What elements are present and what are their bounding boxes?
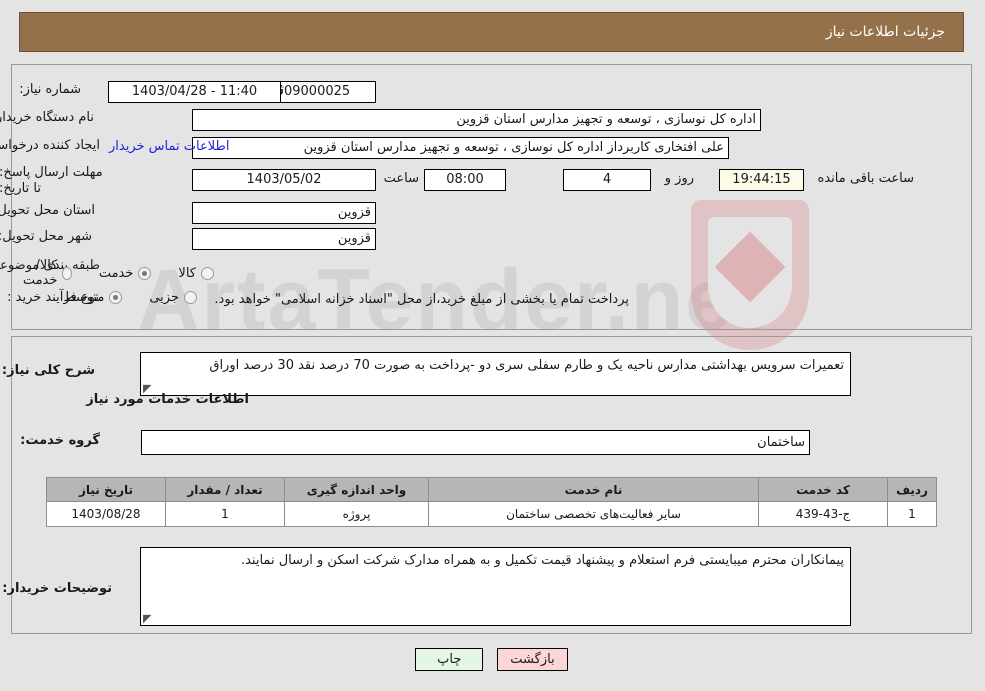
process-radio-jozei-label: جزیی — [150, 290, 180, 305]
page-header: جزئیات اطلاعات نیاز — [20, 12, 965, 52]
process-radio-jozei[interactable]: جزیی — [150, 290, 198, 305]
category-radio-khedmat-label: خدمت — [99, 265, 135, 281]
th-qty: تعداد / مقدار — [166, 477, 286, 502]
buyer-org-value: اداره کل نوسازی ، توسعه و تجهیز مدارس اس… — [193, 109, 762, 131]
creator-label: ایجاد کننده درخواست: — [0, 138, 101, 153]
creator-value: علی افتخاری کاربرداز اداره کل نوسازی ، ت… — [193, 137, 730, 159]
button-bar: بازگشت چاپ — [0, 648, 985, 671]
category-radio-kala-khedmat[interactable]: کالا/خدمت — [20, 258, 73, 288]
deadline-label-row: مهلت ارسال پاسخ: تا تاریخ: — [0, 165, 105, 198]
countdown-value: 19:44:15 — [720, 169, 805, 191]
remaining-word-label: ساعت باقی مانده — [818, 171, 915, 186]
hour-value: 08:00 — [425, 169, 507, 191]
radio-icon[interactable] — [63, 266, 73, 280]
need-number-label-row: شماره نیاز: — [20, 82, 82, 98]
city-label: شهر محل تحویل: — [0, 229, 93, 244]
cell-unit: پروژه — [285, 501, 430, 527]
process-radio-group: جزیی متوسط — [42, 290, 198, 305]
category-radio-khedmat[interactable]: خدمت — [100, 266, 153, 281]
buyer-org-label: نام دستگاه خریدار: — [0, 110, 95, 125]
province-value: قزوین — [193, 202, 377, 224]
category-radio-kala-khedmat-label: کالا/خدمت — [23, 258, 59, 288]
province-label: استان محل تحویل: — [0, 203, 96, 218]
service-group-value: ساختمان — [142, 430, 811, 455]
cell-name: سایر فعالیت‌های تخصصی ساختمان — [429, 501, 760, 527]
radio-icon[interactable] — [185, 291, 198, 304]
process-note: پرداخت تمام یا بخشی از مبلغ خرید،از محل … — [215, 292, 630, 307]
buyer-notes-value: پیمانکاران محترم میبایستی فرم استعلام و … — [241, 553, 845, 568]
buyer-contact-link-text[interactable]: اطلاعات تماس خریدار — [110, 139, 230, 154]
need-number-label: شماره نیاز: — [20, 82, 82, 97]
city-label-row: شهر محل تحویل: — [0, 229, 93, 245]
days-word-label: روز و — [665, 171, 695, 186]
creator-label-row: ایجاد کننده درخواست: — [0, 138, 101, 154]
th-unit: واحد اندازه گیری — [285, 477, 430, 502]
city-value: قزوین — [193, 228, 377, 250]
th-date: تاریخ نیاز — [47, 477, 167, 502]
cell-row: 1 — [888, 501, 938, 527]
category-radio-group: کالا خدمت کالا/خدمت — [0, 258, 215, 288]
services-table: ردیف کد خدمت نام خدمت واحد اندازه گیری ت… — [47, 477, 938, 527]
days-remaining-value: 4 — [564, 169, 652, 191]
print-button[interactable]: چاپ — [416, 648, 485, 671]
summary-textarea[interactable]: تعمیرات سرویس بهداشتی مدارس ناحیه یک و ط… — [141, 352, 852, 396]
deadline-label: مهلت ارسال پاسخ: تا تاریخ: — [0, 165, 104, 197]
buyer-notes-textarea[interactable]: پیمانکاران محترم میبایستی فرم استعلام و … — [141, 547, 852, 626]
th-name: نام خدمت — [429, 477, 760, 502]
table-header-row: ردیف کد خدمت نام خدمت واحد اندازه گیری ت… — [47, 477, 938, 502]
cell-qty: 1 — [166, 501, 286, 527]
buyer-contact-link-anchor[interactable]: اطلاعات تماس خریدار — [110, 139, 230, 154]
radio-icon[interactable] — [202, 266, 215, 280]
th-row: ردیف — [888, 477, 938, 502]
hour-label: ساعت — [384, 171, 420, 186]
process-radio-motevaset[interactable]: متوسط — [64, 290, 124, 305]
buyer-org-label-row: نام دستگاه خریدار: — [0, 110, 95, 126]
radio-icon-selected[interactable] — [139, 266, 153, 280]
province-label-row: استان محل تحویل: — [0, 203, 96, 219]
deadline-date-value: 1403/05/02 — [193, 169, 377, 191]
process-radio-motevaset-label: متوسط — [64, 290, 106, 305]
announce-value: 11:40 - 1403/04/28 — [109, 81, 282, 103]
summary-label: شرح کلی نیاز: — [2, 363, 96, 378]
table-row: 1 ج-43-439 سایر فعالیت‌های تخصصی ساختمان… — [47, 501, 938, 527]
th-code: کد خدمت — [759, 477, 889, 502]
summary-value: تعمیرات سرویس بهداشتی مدارس ناحیه یک و ط… — [210, 358, 845, 373]
cell-code: ج-43-439 — [759, 501, 889, 527]
category-radio-kala-label: کالا — [179, 265, 197, 281]
buyer-notes-label: توضیحات خریدار: — [3, 581, 113, 596]
service-group-label: گروه خدمت: — [21, 433, 101, 448]
category-radio-kala[interactable]: کالا — [179, 266, 215, 281]
back-button[interactable]: بازگشت — [498, 648, 569, 671]
services-section-title: اطلاعات خدمات مورد نیاز — [87, 392, 250, 407]
cell-date: 1403/08/28 — [47, 501, 167, 527]
page-title: جزئیات اطلاعات نیاز — [826, 24, 946, 40]
radio-icon-selected[interactable] — [110, 291, 124, 304]
resize-grip-icon[interactable]: ◥ — [144, 612, 154, 625]
